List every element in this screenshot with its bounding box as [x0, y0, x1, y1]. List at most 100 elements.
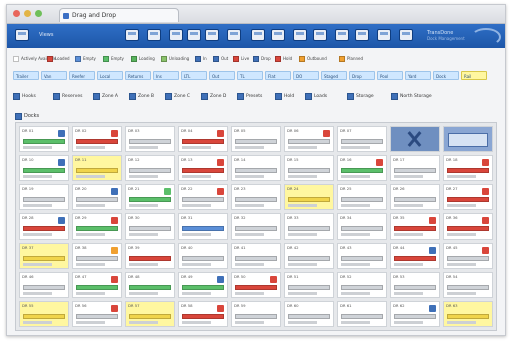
trailer-status-icon[interactable] — [217, 275, 224, 283]
trailer-status-bar[interactable] — [129, 139, 171, 144]
type-chip[interactable]: Trailer — [13, 71, 39, 80]
dock-slot[interactable]: DR 61 — [337, 300, 387, 327]
trailer-status-icon[interactable] — [429, 246, 436, 254]
trailer-status-bar[interactable] — [23, 139, 65, 144]
dock-slot[interactable]: DR 04 — [178, 126, 228, 153]
trailer-status-bar[interactable] — [182, 168, 224, 174]
home-icon[interactable] — [15, 29, 29, 41]
dock-slot[interactable]: DR 35 — [390, 213, 440, 240]
zone-filter[interactable]: Loads — [305, 91, 327, 102]
docks-checkbox-icon[interactable] — [15, 113, 22, 120]
dock-slot[interactable]: DR 50 — [231, 271, 281, 298]
dock-slot[interactable]: DR 43 — [337, 242, 387, 269]
dock-slot[interactable]: DR 62 — [390, 300, 440, 327]
dock-slot[interactable]: DR 15 — [284, 155, 334, 182]
dock-slot[interactable]: DR 48 — [125, 271, 175, 298]
trailer-status-bar[interactable] — [182, 139, 224, 144]
dock-slot[interactable]: DR 01 — [19, 126, 69, 153]
toolbar-button-2[interactable] — [147, 29, 161, 41]
trailer-status-bar[interactable] — [76, 255, 118, 261]
type-chip[interactable]: Ins — [153, 71, 179, 80]
minimize-window-dot-icon[interactable] — [24, 10, 31, 17]
dock-slot[interactable]: DR 45 — [443, 242, 493, 269]
trailer-status-bar[interactable] — [288, 168, 330, 174]
toolbar-button-4[interactable] — [187, 29, 201, 41]
trailer-status-bar[interactable] — [394, 226, 436, 232]
trailer-status-bar[interactable] — [235, 139, 277, 144]
trailer-status-icon[interactable] — [429, 304, 436, 312]
trailer-status-bar[interactable] — [23, 197, 65, 203]
trailer-status-bar[interactable] — [235, 313, 277, 319]
zone-filter[interactable]: Hold — [275, 91, 294, 102]
type-chip[interactable]: Staged — [321, 71, 347, 80]
filter-checkbox-icon[interactable] — [53, 93, 60, 100]
type-chip[interactable]: Flat — [265, 71, 291, 80]
trailer-status-bar[interactable] — [76, 284, 118, 290]
trailer-status-bar[interactable] — [182, 313, 224, 319]
trailer-status-bar[interactable] — [235, 168, 277, 174]
trailer-status-bar[interactable] — [129, 168, 171, 174]
filter-checkbox-icon[interactable] — [347, 93, 354, 100]
trailer-status-bar[interactable] — [23, 255, 65, 261]
zone-filter[interactable]: Zone A — [93, 91, 118, 102]
filter-checkbox-icon[interactable] — [391, 93, 398, 100]
trailer-status-icon[interactable] — [429, 217, 436, 225]
dock-slot[interactable]: DR 10 — [19, 155, 69, 182]
trailer-status-icon[interactable] — [58, 217, 65, 225]
type-chip[interactable]: Yard — [405, 71, 431, 80]
dock-slot[interactable]: DR 49 — [178, 271, 228, 298]
zone-filter[interactable]: Zone B — [129, 91, 154, 102]
trailer-status-icon[interactable] — [482, 159, 489, 167]
filter-checkbox-icon[interactable] — [305, 93, 312, 100]
trailer-status-bar[interactable] — [341, 168, 383, 174]
trailer-status-bar[interactable] — [341, 313, 383, 319]
maximize-window-dot-icon[interactable] — [35, 10, 42, 17]
dock-slot[interactable]: DR 32 — [231, 213, 281, 240]
trailer-status-icon[interactable] — [111, 217, 118, 225]
dock-slot[interactable]: DR 14 — [231, 155, 281, 182]
dock-slot[interactable]: DR 60 — [284, 300, 334, 327]
trailer-status-icon[interactable] — [482, 246, 489, 254]
dock-slot[interactable]: DR 53 — [390, 271, 440, 298]
dock-slot[interactable]: DR 33 — [284, 213, 334, 240]
trailer-status-bar[interactable] — [288, 139, 330, 144]
toolbar-button-13[interactable] — [377, 29, 391, 41]
dock-slot[interactable] — [390, 126, 440, 153]
dock-slot[interactable]: DR 31 — [178, 213, 228, 240]
trailer-status-bar[interactable] — [23, 313, 65, 319]
trailer-status-bar[interactable] — [235, 197, 277, 203]
trailer-status-bar[interactable] — [447, 284, 489, 290]
trailer-status-bar[interactable] — [447, 255, 489, 261]
trailer-status-bar[interactable] — [23, 284, 65, 290]
trailer-status-bar[interactable] — [235, 255, 277, 261]
toolbar-button-12[interactable] — [355, 29, 369, 41]
trailer-status-bar[interactable] — [129, 313, 171, 319]
trailer-status-bar[interactable] — [341, 284, 383, 290]
type-chip[interactable]: Van — [41, 71, 67, 80]
type-chip[interactable]: Reefer — [69, 71, 95, 80]
trailer-status-bar[interactable] — [288, 197, 330, 203]
dock-slot[interactable]: DR 52 — [337, 271, 387, 298]
trailer-status-bar[interactable] — [76, 197, 118, 203]
trailer-status-icon[interactable] — [111, 304, 118, 312]
trailer-status-bar[interactable] — [182, 197, 224, 203]
dock-slot[interactable]: DR 58 — [178, 300, 228, 327]
dock-slot[interactable]: DR 47 — [72, 271, 122, 298]
dock-slot[interactable]: DR 18 — [443, 155, 493, 182]
toolbar-button-7[interactable] — [251, 29, 265, 41]
settings-gear-icon[interactable] — [399, 29, 413, 41]
filter-checkbox-icon[interactable] — [93, 93, 100, 100]
dock-slot[interactable]: DR 11 — [72, 155, 122, 182]
dock-slot[interactable]: DR 63 — [443, 300, 493, 327]
type-chip[interactable]: Rail — [461, 71, 487, 80]
dock-slot[interactable]: DR 22 — [178, 184, 228, 211]
trailer-status-bar[interactable] — [129, 226, 171, 232]
trailer-status-icon[interactable] — [111, 130, 118, 137]
dock-slot[interactable]: DR 21 — [125, 184, 175, 211]
zone-filter[interactable]: Presets — [237, 91, 262, 102]
dock-slot[interactable]: DR 12 — [125, 155, 175, 182]
zone-filter[interactable]: Hooks — [13, 91, 36, 102]
dock-slot[interactable]: DR 25 — [337, 184, 387, 211]
trailer-status-bar[interactable] — [288, 313, 330, 319]
dock-slot[interactable]: DR 56 — [72, 300, 122, 327]
